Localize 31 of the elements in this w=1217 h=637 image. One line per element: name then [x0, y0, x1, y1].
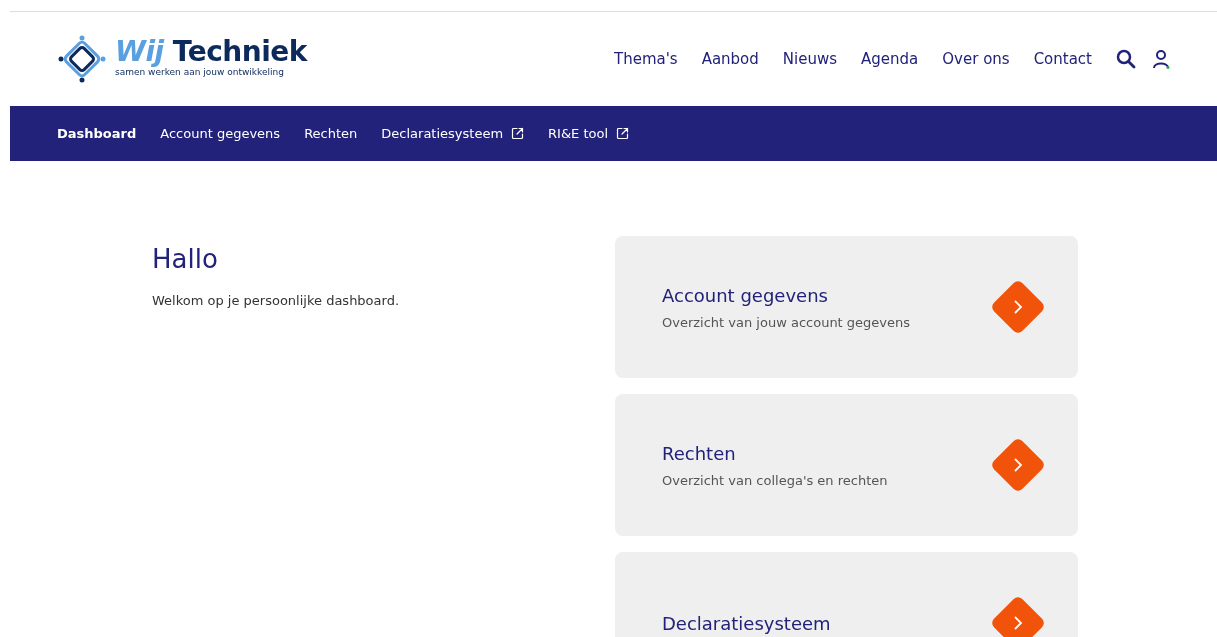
card-title: Declaratiesysteem [662, 611, 831, 636]
nav-link[interactable]: Aanbod [701, 47, 759, 71]
nav-link[interactable]: Contact [1033, 47, 1092, 71]
welcome-text: Welkom op je persoonlijke dashboard. [152, 292, 401, 311]
tab[interactable]: Declaratiesysteem [381, 123, 525, 144]
tab[interactable]: Account gegevens [160, 123, 281, 144]
dashboard-card[interactable]: Account gegevens Overzicht van jouw account gegevens [615, 236, 1078, 378]
tab[interactable]: Dashboard [57, 123, 137, 144]
page-heading: Hallo [152, 244, 219, 276]
brand-name: Wij Techniek [115, 38, 307, 67]
card-description: Overzicht van collega's en rechten [662, 471, 888, 490]
user-icon[interactable] [1152, 49, 1170, 69]
card-title: Account gegevens [662, 283, 829, 308]
search-icon[interactable] [1116, 49, 1136, 69]
chevron-icon [1013, 457, 1023, 473]
nav-link[interactable]: Thema's [614, 47, 678, 71]
logo-icon [57, 34, 107, 84]
nav-link[interactable]: Agenda [861, 47, 919, 71]
dashboard-card[interactable]: Rechten Overzicht van collega's en rechten [615, 394, 1078, 536]
tab[interactable]: Rechten [304, 123, 358, 144]
card-description: Overzicht van jouw account gegevens [662, 313, 911, 332]
chevron-icon [1013, 615, 1023, 631]
nav-link[interactable]: Over ons [942, 47, 1010, 71]
external-link-icon [616, 127, 629, 140]
nav-link[interactable]: Nieuws [782, 47, 838, 71]
dashboard-card[interactable]: Declaratiesysteem [615, 552, 1078, 637]
tab[interactable]: RI&E tool [548, 123, 629, 144]
external-link-icon [511, 127, 525, 140]
chevron-icon [1013, 299, 1023, 315]
card-title: Rechten [662, 441, 737, 466]
brand-tagline: samen werken aan jouw ontwikkeling [115, 67, 285, 80]
